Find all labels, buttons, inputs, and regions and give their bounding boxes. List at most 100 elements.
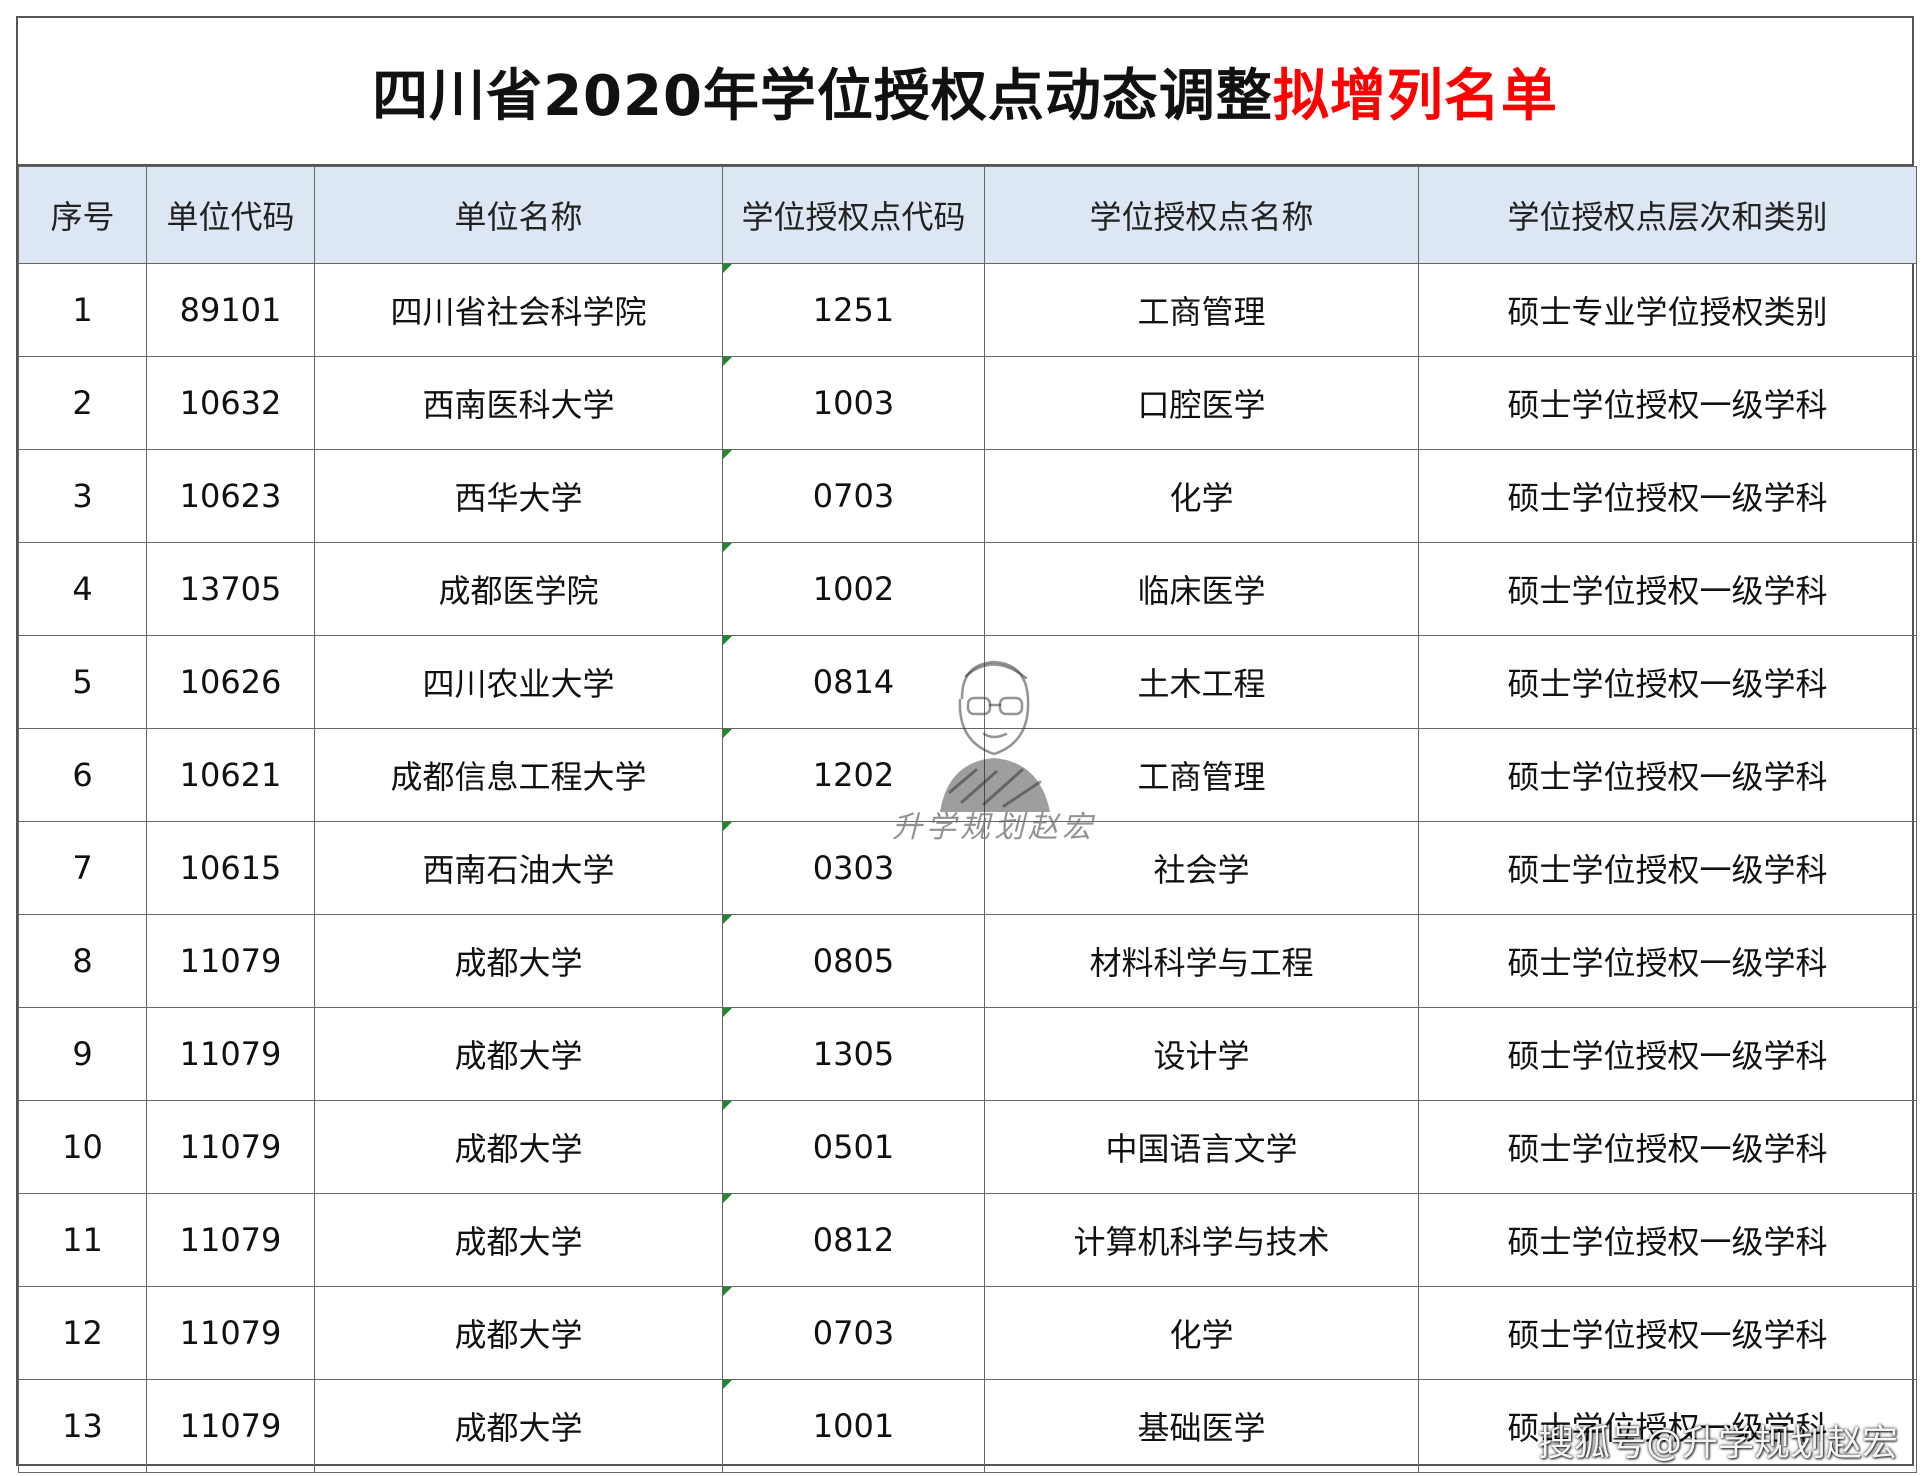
- cell-degree-name: 基础医学: [984, 1379, 1419, 1473]
- cell-unit-name: 成都大学: [314, 1007, 723, 1101]
- table-row: 10 11079 成都大学 0501 中国语言文学 硕士学位授权一级学科: [18, 1100, 1917, 1194]
- cell-unit-code: 11079: [146, 1007, 315, 1101]
- cell-unit-name: 四川省社会科学院: [314, 263, 723, 357]
- cell-degree-level: 硕士学位授权一级学科: [1418, 1007, 1917, 1101]
- corner-watermark: 搜狐号@升学规划赵宏: [1537, 1423, 1898, 1464]
- column-header-degree-name: 学位授权点名称: [984, 166, 1419, 264]
- cell-degree-name: 中国语言文学: [984, 1100, 1419, 1194]
- cell-degree-level: 硕士学位授权一级学科: [1418, 821, 1917, 915]
- column-header-degree-level: 学位授权点层次和类别: [1418, 166, 1917, 264]
- cell-unit-name: 西南医科大学: [314, 356, 723, 450]
- table-row: 8 11079 成都大学 0805 材料科学与工程 硕士学位授权一级学科: [18, 914, 1917, 1008]
- cell-index: 2: [18, 356, 147, 450]
- table-row: 7 10615 西南石油大学 0303 社会学 硕士学位授权一级学科: [18, 821, 1917, 915]
- cell-degree-code: 0703: [722, 449, 985, 543]
- cell-index: 12: [18, 1286, 147, 1380]
- document-sheet: 四川省2020年学位授权点动态调整 拟增列名单 序号 单位代码 单位名称 学位授权…: [16, 16, 1917, 1473]
- cell-unit-code: 89101: [146, 263, 315, 357]
- data-table: 序号 单位代码 单位名称 学位授权点代码 学位授权点名称 学位授权点层次和类别 …: [18, 166, 1917, 1473]
- cell-degree-code: 1251: [722, 263, 985, 357]
- table-row: 6 10621 成都信息工程大学 1202 工商管理 硕士学位授权一级学科: [18, 728, 1917, 822]
- page-title: 四川省2020年学位授权点动态调整 拟增列名单: [18, 18, 1912, 166]
- cell-degree-level: 硕士学位授权一级学科: [1418, 356, 1917, 450]
- cell-index: 1: [18, 263, 147, 357]
- cell-index: 4: [18, 542, 147, 636]
- cell-unit-code: 11079: [146, 1100, 315, 1194]
- cell-degree-level: 硕士学位授权一级学科: [1418, 1193, 1917, 1287]
- cell-degree-name: 工商管理: [984, 728, 1419, 822]
- cell-degree-name: 工商管理: [984, 263, 1419, 357]
- cell-degree-level: 硕士学位授权一级学科: [1418, 1100, 1917, 1194]
- cell-unit-name: 成都大学: [314, 1100, 723, 1194]
- table-row: 4 13705 成都医学院 1002 临床医学 硕士学位授权一级学科: [18, 542, 1917, 636]
- table-header-row: 序号 单位代码 单位名称 学位授权点代码 学位授权点名称 学位授权点层次和类别: [18, 166, 1917, 264]
- cell-degree-name: 化学: [984, 449, 1419, 543]
- table-row: 2 10632 西南医科大学 1003 口腔医学 硕士学位授权一级学科: [18, 356, 1917, 450]
- column-header-unit-code: 单位代码: [146, 166, 315, 264]
- column-header-index: 序号: [18, 166, 147, 264]
- cell-degree-code: 0703: [722, 1286, 985, 1380]
- cell-degree-code: 0812: [722, 1193, 985, 1287]
- cell-unit-code: 11079: [146, 914, 315, 1008]
- cell-unit-code: 10623: [146, 449, 315, 543]
- table-row: 5 10626 四川农业大学 0814 土木工程 硕士学位授权一级学科: [18, 635, 1917, 729]
- cell-index: 3: [18, 449, 147, 543]
- cell-degree-level: 硕士专业学位授权类别: [1418, 263, 1917, 357]
- cell-degree-name: 设计学: [984, 1007, 1419, 1101]
- cell-degree-name: 材料科学与工程: [984, 914, 1419, 1008]
- cell-unit-name: 成都大学: [314, 914, 723, 1008]
- table-row: 12 11079 成都大学 0703 化学 硕士学位授权一级学科: [18, 1286, 1917, 1380]
- cell-index: 7: [18, 821, 147, 915]
- cell-degree-name: 土木工程: [984, 635, 1419, 729]
- cell-index: 9: [18, 1007, 147, 1101]
- cell-unit-name: 成都信息工程大学: [314, 728, 723, 822]
- table-row: 9 11079 成都大学 1305 设计学 硕士学位授权一级学科: [18, 1007, 1917, 1101]
- cell-unit-code: 10626: [146, 635, 315, 729]
- cell-degree-name: 化学: [984, 1286, 1419, 1380]
- cell-unit-code: 11079: [146, 1193, 315, 1287]
- cell-degree-level: 硕士学位授权一级学科: [1418, 728, 1917, 822]
- cell-degree-code: 0805: [722, 914, 985, 1008]
- cell-unit-code: 10632: [146, 356, 315, 450]
- cell-degree-code: 1202: [722, 728, 985, 822]
- cell-unit-code: 10615: [146, 821, 315, 915]
- table-row: 3 10623 西华大学 0703 化学 硕士学位授权一级学科: [18, 449, 1917, 543]
- cell-degree-code: 0303: [722, 821, 985, 915]
- cell-unit-code: 10621: [146, 728, 315, 822]
- cell-index: 13: [18, 1379, 147, 1473]
- cell-unit-name: 成都大学: [314, 1193, 723, 1287]
- cell-degree-name: 临床医学: [984, 542, 1419, 636]
- cell-index: 6: [18, 728, 147, 822]
- cell-index: 8: [18, 914, 147, 1008]
- cell-degree-level: 硕士学位授权一级学科: [1418, 542, 1917, 636]
- column-header-unit-name: 单位名称: [314, 166, 723, 264]
- cell-unit-name: 成都医学院: [314, 542, 723, 636]
- cell-degree-name: 计算机科学与技术: [984, 1193, 1419, 1287]
- cell-unit-code: 11079: [146, 1379, 315, 1473]
- cell-unit-code: 13705: [146, 542, 315, 636]
- cell-degree-code: 0814: [722, 635, 985, 729]
- cell-unit-name: 四川农业大学: [314, 635, 723, 729]
- cell-index: 11: [18, 1193, 147, 1287]
- cell-degree-code: 1002: [722, 542, 985, 636]
- cell-unit-code: 11079: [146, 1286, 315, 1380]
- cell-degree-name: 口腔医学: [984, 356, 1419, 450]
- cell-degree-name: 社会学: [984, 821, 1419, 915]
- cell-unit-name: 成都大学: [314, 1379, 723, 1473]
- cell-degree-level: 硕士学位授权一级学科: [1418, 449, 1917, 543]
- title-highlight: 拟增列名单: [1272, 63, 1558, 129]
- cell-degree-code: 0501: [722, 1100, 985, 1194]
- cell-degree-level: 硕士学位授权一级学科: [1418, 1286, 1917, 1380]
- cell-degree-code: 1003: [722, 356, 985, 450]
- cell-unit-name: 西华大学: [314, 449, 723, 543]
- cell-index: 10: [18, 1100, 147, 1194]
- cell-unit-name: 成都大学: [314, 1286, 723, 1380]
- cell-degree-level: 硕士学位授权一级学科: [1418, 914, 1917, 1008]
- table-row: 11 11079 成都大学 0812 计算机科学与技术 硕士学位授权一级学科: [18, 1193, 1917, 1287]
- cell-degree-level: 硕士学位授权一级学科: [1418, 635, 1917, 729]
- cell-degree-code: 1305: [722, 1007, 985, 1101]
- cell-unit-name: 西南石油大学: [314, 821, 723, 915]
- cell-degree-code: 1001: [722, 1379, 985, 1473]
- title-main: 四川省2020年学位授权点动态调整: [372, 63, 1273, 129]
- cell-index: 5: [18, 635, 147, 729]
